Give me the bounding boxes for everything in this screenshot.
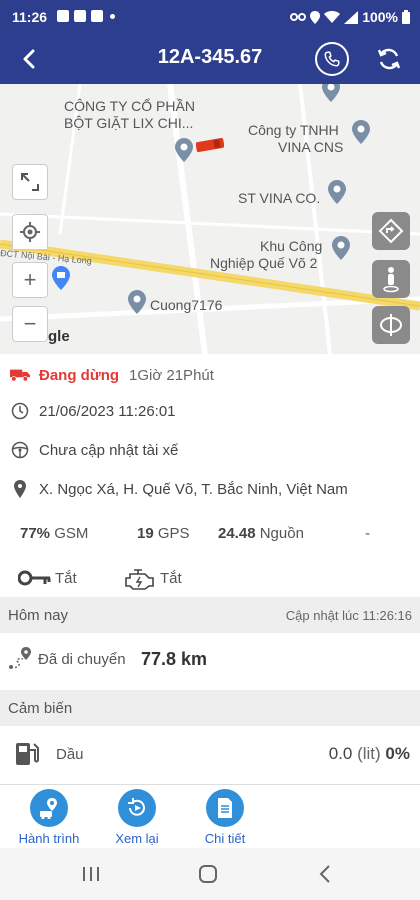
home-icon[interactable] [199, 865, 217, 883]
fuel-label: Dầu [56, 746, 84, 763]
battery-text: 100% [362, 9, 398, 25]
poi-kcn-que-vo[interactable]: Khu Công Nghiệp Quế Võ 2 [210, 238, 322, 272]
map-pin-icon [352, 120, 370, 144]
shield-icon [74, 10, 86, 22]
refresh-button[interactable] [372, 42, 406, 76]
sensor-label: Cảm biến [8, 700, 73, 717]
engine-icon [125, 569, 154, 590]
fullscreen-button[interactable] [12, 164, 48, 200]
vehicle-status-label: Đang dừng [39, 366, 120, 384]
recent-apps-icon[interactable] [82, 866, 100, 882]
address-text: X. Ngọc Xá, H. Quế Võ, T. Bắc Ninh, Việt… [39, 480, 348, 498]
phone-icon [324, 51, 340, 67]
map-pin-icon [322, 84, 340, 102]
key-icon [18, 570, 51, 586]
address-row: X. Ngọc Xá, H. Quế Võ, T. Bắc Ninh, Việt… [0, 480, 420, 498]
map-pin-icon [328, 180, 346, 204]
updated-time: Cập nhật lúc 11:26:16 [285, 608, 412, 623]
driver-text: Chưa cập nhật tài xế [39, 441, 179, 459]
fuel-reading: 0.0 (lit) 0% [328, 744, 410, 763]
steering-wheel-icon [11, 441, 29, 459]
signal-icon [344, 10, 359, 24]
location-icon [310, 10, 321, 24]
map-pin-icon [128, 290, 146, 314]
stop-duration: 1Giờ 21Phút [129, 366, 214, 384]
fuel-sensor-row: Dầu 0.0 (lit) 0% [0, 732, 420, 778]
vehicle-truck-icon[interactable] [196, 138, 224, 152]
poi-st-vina[interactable]: ST VINA CO. [238, 190, 320, 207]
distance-value: 77.8 km [141, 649, 208, 669]
nav-trip[interactable]: Hành trình [4, 789, 94, 846]
status-time: 11:26 [12, 9, 48, 25]
bottom-navigation: Hành trình Xem lại Chi tiết [0, 784, 420, 848]
distance-row: Đã di chuyển 77.8 km [0, 640, 420, 680]
map-view[interactable]: CÔNG TY CỔ PHẦN BỘT GIẶT LIX CHI... Công… [0, 84, 420, 354]
call-button[interactable] [315, 42, 349, 76]
sensor-section-header: Cảm biến [0, 690, 420, 726]
location-pin-icon [14, 480, 26, 498]
my-location-button[interactable] [12, 214, 48, 250]
system-navigation-bar [0, 848, 420, 900]
truck-status-icon [10, 369, 30, 382]
app-icon [91, 10, 103, 22]
street-view-button[interactable] [372, 260, 410, 298]
wifi-icon [324, 11, 341, 23]
rotate-icon [380, 314, 402, 336]
system-icons: 100% [290, 9, 410, 25]
refresh-icon [377, 48, 401, 70]
poi-cuong[interactable]: Cuong7176 [150, 297, 222, 314]
expand-icon [21, 173, 39, 191]
gsm-stat: 77% GSM [20, 525, 89, 542]
map-pin-icon [175, 138, 193, 162]
extra-stat: - [365, 525, 370, 542]
more-dot-icon [110, 13, 115, 19]
key-status: Tắt [55, 570, 77, 587]
google-logo: gle [48, 328, 70, 345]
app-bar: 12A-345.67 [0, 34, 420, 84]
pegman-icon [383, 267, 399, 293]
gps-stat: 19 GPS [137, 525, 190, 542]
nav-replay[interactable]: Xem lại [92, 789, 182, 846]
nav-details-label: Chi tiết [204, 831, 246, 846]
direction-icon [378, 218, 404, 244]
clock-icon [11, 402, 29, 420]
map-pin-icon [332, 236, 350, 260]
zoom-in-button[interactable]: + [12, 262, 48, 298]
direction-button[interactable] [372, 212, 410, 250]
gallery-icon [57, 10, 69, 22]
nav-replay-label: Xem lại [115, 831, 159, 846]
vehicle-status-row: Đang dừng 1Giờ 21Phút [0, 366, 420, 384]
timestamp-text: 21/06/2023 11:26:01 [39, 402, 176, 420]
status-bar: 11:26 100% [0, 0, 420, 34]
timestamp-row: 21/06/2023 11:26:01 [0, 402, 420, 420]
zoom-out-button[interactable]: − [12, 306, 48, 342]
power-stat: 24.48 Nguồn [218, 525, 304, 542]
fuel-pump-icon [16, 743, 39, 765]
engine-status: Tắt [160, 570, 182, 587]
today-section-header: Hôm nay Cập nhật lúc 11:26:16 [0, 597, 420, 633]
shopping-pin-icon [52, 266, 70, 290]
route-icon [9, 647, 31, 669]
crosshair-icon [20, 222, 40, 242]
nav-trip-label: Hành trình [18, 831, 80, 846]
distance-label: Đã di chuyển [38, 651, 126, 668]
today-label: Hôm nay [8, 607, 69, 624]
vehicle-plate-title: 12A-345.67 [157, 46, 263, 68]
nav-details[interactable]: Chi tiết [180, 789, 270, 846]
battery-icon [402, 10, 410, 24]
notification-icons [57, 10, 115, 22]
link-icon [290, 13, 307, 21]
trip-route-icon [40, 798, 57, 819]
system-back-icon[interactable] [318, 865, 332, 883]
driver-row: Chưa cập nhật tài xế [0, 441, 420, 459]
replay-icon [128, 798, 145, 816]
toggles-row: Tắt Tắt [0, 566, 420, 592]
poi-lix[interactable]: CÔNG TY CỔ PHẦN BỘT GIẶT LIX CHI... [64, 98, 195, 132]
poi-vina-cns[interactable]: Công ty TNHH VINA CNS [248, 122, 343, 156]
document-icon [218, 798, 232, 818]
rotate-map-button[interactable] [372, 306, 410, 344]
stats-row: 77% GSM 19 GPS 24.48 Nguồn - [0, 525, 420, 547]
